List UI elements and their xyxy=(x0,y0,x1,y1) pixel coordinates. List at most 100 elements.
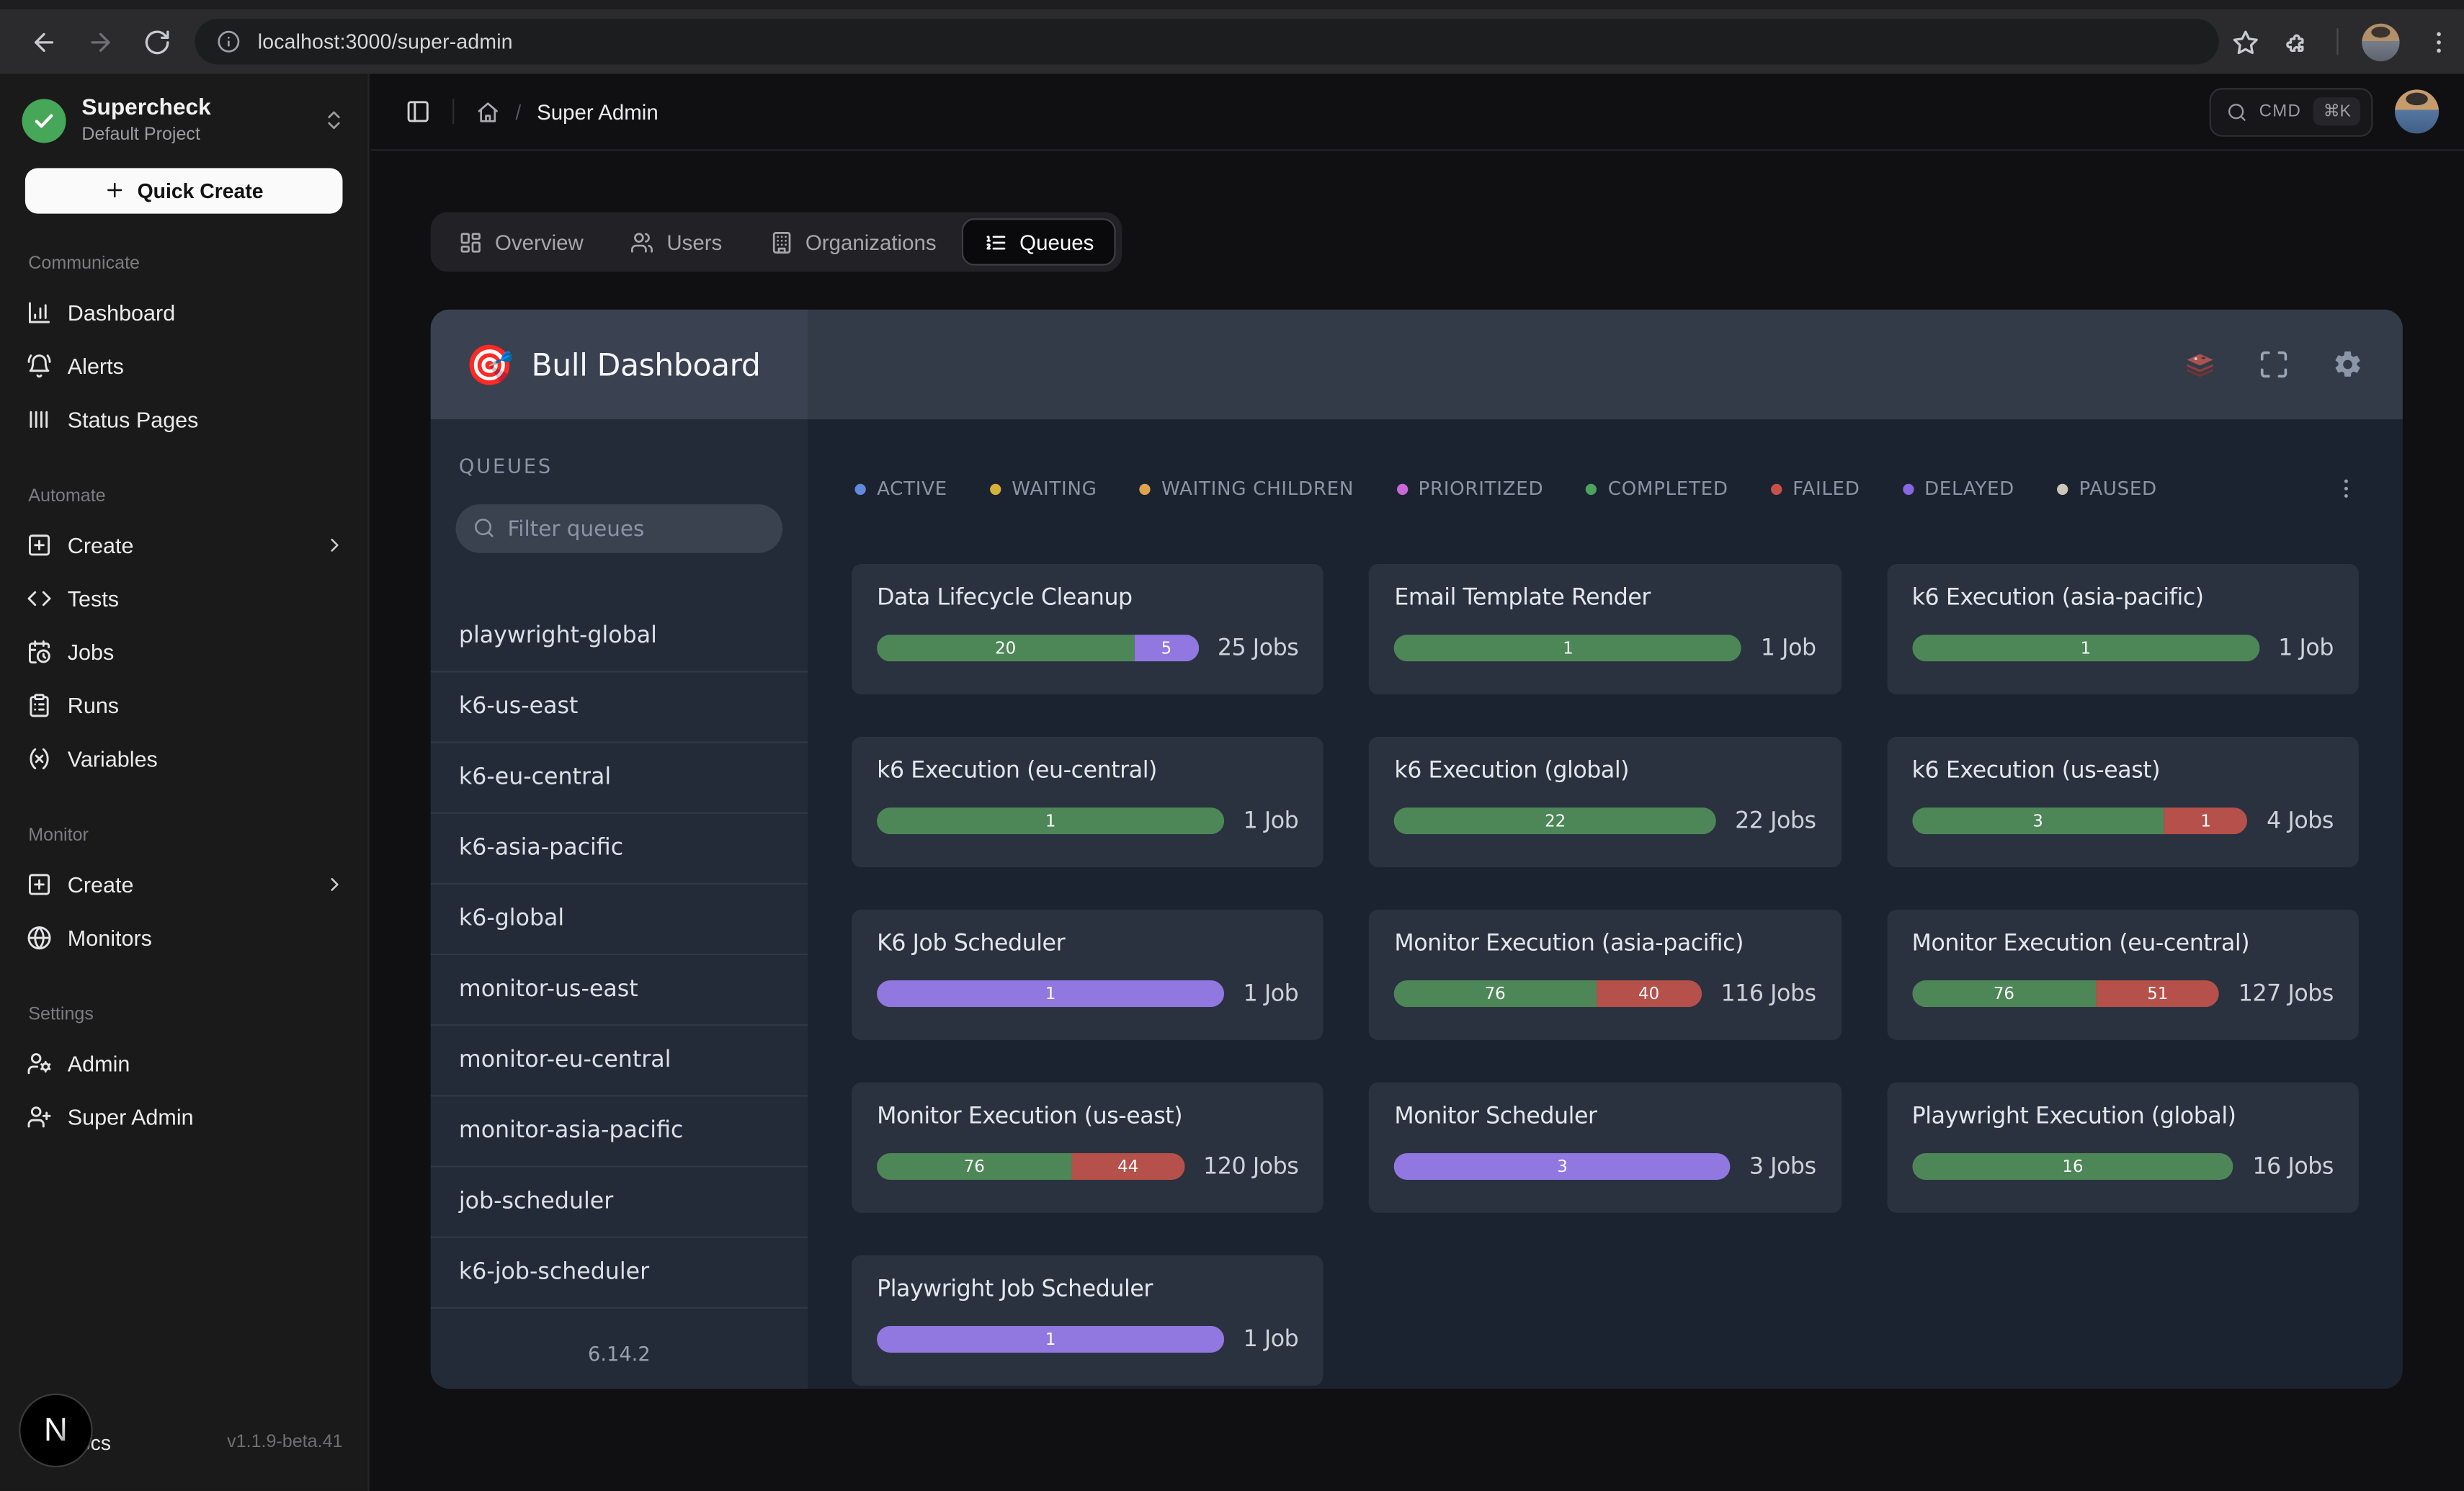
queue-card[interactable]: K6 Job Scheduler 1 1 Job xyxy=(852,910,1323,1040)
bull-body: QUEUES playwright-global k6-us-east k6-e… xyxy=(431,419,2403,1389)
sidebar-section: Settings Admin Super Admin xyxy=(0,1006,367,1144)
site-info-icon[interactable] xyxy=(217,30,241,53)
sidebar-item-create[interactable]: Create xyxy=(0,519,367,572)
queue-card-title: k6 Execution (eu-central) xyxy=(877,758,1298,784)
legend-dot xyxy=(990,483,1001,494)
bar-segment-completed: 20 xyxy=(877,635,1134,661)
address-bar[interactable]: localhost:3000/super-admin xyxy=(195,19,2218,64)
queue-card[interactable]: Monitor Execution (us-east) 7644 120 Job… xyxy=(852,1083,1323,1213)
legend-label: WAITING CHILDREN xyxy=(1161,478,1354,500)
browser-back-icon[interactable] xyxy=(30,27,58,55)
sidebar-item-dashboard[interactable]: Dashboard xyxy=(0,286,367,339)
tab-users[interactable]: Users xyxy=(609,218,744,265)
user-avatar[interactable] xyxy=(2395,89,2439,133)
queue-list-item[interactable]: job-scheduler xyxy=(431,1168,808,1238)
browser-profile-avatar[interactable] xyxy=(2362,23,2399,61)
queue-list-item[interactable]: monitor-eu-central xyxy=(431,1026,808,1096)
queue-card[interactable]: Playwright Job Scheduler 1 1 Job xyxy=(852,1255,1323,1386)
queue-list-item[interactable]: k6-asia-pacific xyxy=(431,814,808,885)
sidebar-item-tests[interactable]: Tests xyxy=(0,572,367,625)
queue-card[interactable]: Playwright Execution (global) 16 16 Jobs xyxy=(1887,1083,2359,1213)
queue-list-item[interactable]: k6-eu-central xyxy=(431,743,808,814)
home-icon[interactable] xyxy=(476,100,500,124)
browser-reload-icon[interactable] xyxy=(143,27,171,55)
sidebar-item-monitors[interactable]: Monitors xyxy=(0,911,367,964)
project-avatar xyxy=(22,99,66,143)
bar-segment-failed: 40 xyxy=(1596,980,1702,1007)
project-meta: Supercheck Default Project xyxy=(81,96,210,146)
queue-card[interactable]: k6 Execution (global) 22 22 Jobs xyxy=(1369,737,1841,867)
extensions-icon[interactable] xyxy=(2285,27,2313,55)
screen: localhost:3000/super-admin Supercheck De… xyxy=(0,0,2464,1491)
sidebar-section: Monitor Create Monitors xyxy=(0,826,367,964)
legend-item: COMPLETED xyxy=(1586,478,1728,500)
queue-card[interactable]: Data Lifecycle Cleanup 205 25 Jobs xyxy=(852,564,1323,694)
queue-card-jobs-count: 120 Jobs xyxy=(1203,1154,1298,1179)
legend-dot xyxy=(1586,483,1597,494)
queue-card[interactable]: Monitor Execution (eu-central) 7651 127 … xyxy=(1887,910,2359,1040)
sidebar-item-runs[interactable]: Runs xyxy=(0,679,367,732)
tab-queues[interactable]: Queues xyxy=(961,218,1115,265)
sidebar-section-items: Create Tests Jobs Runs Variables xyxy=(0,519,367,786)
queue-card[interactable]: k6 Execution (eu-central) 1 1 Job xyxy=(852,737,1323,867)
bookmark-star-icon[interactable] xyxy=(2231,27,2259,55)
queue-filter-input[interactable] xyxy=(456,504,783,553)
legend-item: DELAYED xyxy=(1902,478,2014,500)
list-ordered-icon xyxy=(983,230,1007,254)
job-status-bar: 1 xyxy=(877,1326,1224,1353)
layout-dashboard-icon xyxy=(459,230,483,254)
queue-card-bar-row: 205 25 Jobs xyxy=(877,635,1298,661)
queue-card[interactable]: k6 Execution (us-east) 31 4 Jobs xyxy=(1887,737,2359,867)
tab-overview[interactable]: Overview xyxy=(437,218,605,265)
queue-card-jobs-count: 3 Jobs xyxy=(1749,1154,1816,1179)
bar-segment-completed: 1 xyxy=(1912,635,2259,661)
command-search-button[interactable]: CMD ⌘K xyxy=(2209,87,2373,136)
sidebar-item-admin[interactable]: Admin xyxy=(0,1036,367,1090)
breadcrumb: Super Admin xyxy=(537,100,659,124)
bar-segment-count: 20 xyxy=(995,639,1016,658)
tab-organizations[interactable]: Organizations xyxy=(747,218,958,265)
sidebar-item-variables[interactable]: Variables xyxy=(0,732,367,785)
square-plus-icon xyxy=(27,872,52,897)
queue-card-jobs-count: 1 Job xyxy=(2278,635,2334,661)
queue-card[interactable]: k6 Execution (asia-pacific) 1 1 Job xyxy=(1887,564,2359,694)
queue-card[interactable]: Monitor Execution (asia-pacific) 7640 11… xyxy=(1369,910,1841,1040)
sidebar-item-alerts[interactable]: Alerts xyxy=(0,339,367,393)
queue-list-item[interactable]: monitor-asia-pacific xyxy=(431,1096,808,1167)
browser-menu-icon[interactable] xyxy=(2424,27,2452,55)
redis-icon[interactable] xyxy=(2184,349,2216,380)
queue-list-item[interactable]: k6-job-scheduler xyxy=(431,1238,808,1309)
queue-list-item[interactable]: k6-global xyxy=(431,885,808,955)
quick-create-label: Quick Create xyxy=(138,179,264,202)
sidebar-toggle-icon[interactable] xyxy=(406,99,431,124)
bull-header: 🎯 Bull Dashboard xyxy=(431,310,2403,420)
bar-segment-completed: 22 xyxy=(1394,807,1716,834)
sidebar-item-create[interactable]: Create xyxy=(0,858,367,911)
project-switcher[interactable]: Supercheck Default Project xyxy=(0,74,367,146)
queue-list-item[interactable]: k6-us-east xyxy=(431,673,808,743)
bull-version: 6.14.2 xyxy=(431,1317,808,1389)
queue-list-item[interactable]: playwright-global xyxy=(431,601,808,672)
browser-forward-icon[interactable] xyxy=(86,27,115,55)
queue-list-item[interactable]: monitor-us-east xyxy=(431,955,808,1026)
sidebar-item-status-pages[interactable]: Status Pages xyxy=(0,393,367,446)
sidebar-item-super-admin[interactable]: Super Admin xyxy=(0,1090,367,1143)
queue-card-title: Data Lifecycle Cleanup xyxy=(877,586,1298,612)
toolbar-divider xyxy=(2336,28,2338,55)
chevrons-up-down-icon[interactable] xyxy=(322,109,346,133)
bar-segment-count: 76 xyxy=(1485,984,1506,1003)
legend-more-icon[interactable] xyxy=(2334,476,2359,501)
queue-card-jobs-count: 16 Jobs xyxy=(2252,1154,2333,1179)
queue-card[interactable]: Monitor Scheduler 3 3 Jobs xyxy=(1369,1083,1841,1213)
legend-item: WAITING xyxy=(990,478,1097,500)
fullscreen-icon[interactable] xyxy=(2258,349,2290,380)
bar-segment-completed: 76 xyxy=(1394,980,1596,1007)
settings-gear-icon[interactable] xyxy=(2332,349,2364,380)
queue-card[interactable]: Email Template Render 1 1 Job xyxy=(1369,564,1841,694)
sidebar-item-jobs[interactable]: Jobs xyxy=(0,625,367,679)
queue-card-jobs-count: 1 Job xyxy=(1761,635,1816,661)
chevron-right-icon xyxy=(323,873,346,895)
quick-create-button[interactable]: Quick Create xyxy=(25,168,343,213)
search-label: CMD xyxy=(2259,102,2302,121)
nextjs-dev-badge[interactable]: N xyxy=(19,1394,93,1468)
